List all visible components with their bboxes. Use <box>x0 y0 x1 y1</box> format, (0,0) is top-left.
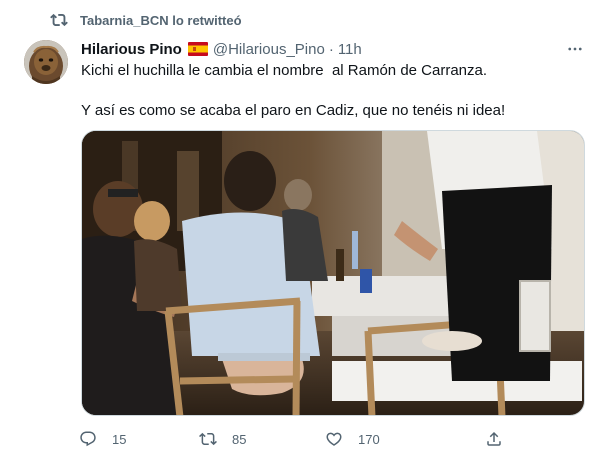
tweet-text-line-1: Kichi el huchilla le cambia el nombre al… <box>81 62 488 79</box>
spain-flag-icon <box>187 42 208 56</box>
reply-icon <box>76 427 100 451</box>
retweeted-by-label: Tabarnia_BCN lo retwitteó <box>80 12 242 28</box>
timestamp[interactable]: 11h <box>338 41 362 58</box>
like-count: 170 <box>358 431 380 447</box>
tweet-photo[interactable] <box>81 130 585 416</box>
retweet-icon <box>196 427 220 451</box>
tweet-text: Kichi el huchilla le cambia el nombre al… <box>81 61 576 121</box>
tweet-card[interactable]: Tabarnia_BCN lo retwitteó Hilarious Pino… <box>0 0 590 458</box>
retweet-icon <box>50 11 68 29</box>
reply-count: 15 <box>112 431 127 447</box>
action-bar: 15 85 170 <box>76 426 516 452</box>
share-icon <box>482 427 506 451</box>
tweet-text-line-2: Y así es como se acaba el paro en Cadiz,… <box>81 102 506 119</box>
heart-icon <box>322 427 346 451</box>
retweet-header[interactable]: Tabarnia_BCN lo retwitteó <box>50 10 242 30</box>
like-button[interactable]: 170 <box>322 426 380 452</box>
reply-button[interactable]: 15 <box>76 426 126 452</box>
user-handle[interactable]: @Hilarious_Pino <box>213 41 325 58</box>
more-button[interactable] <box>562 36 588 62</box>
more-icon <box>566 40 584 58</box>
share-button[interactable] <box>482 426 506 452</box>
avatar[interactable] <box>24 40 68 84</box>
separator-dot: · <box>328 40 334 58</box>
retweet-count: 85 <box>232 431 247 447</box>
tweet-header: Hilarious Pino @Hilarious_Pino · 11h <box>81 38 362 60</box>
display-name[interactable]: Hilarious Pino <box>81 41 182 58</box>
retweet-button[interactable]: 85 <box>196 426 246 452</box>
